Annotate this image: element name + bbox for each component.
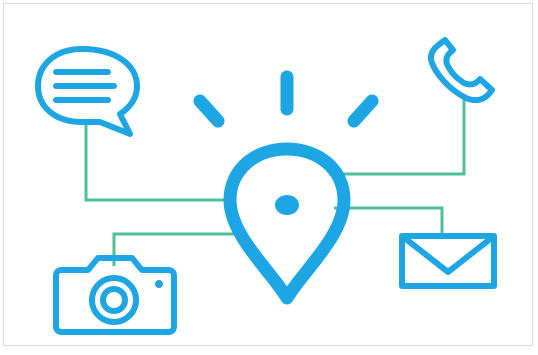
camera-icon bbox=[53, 255, 177, 335]
highlight-rays-icon bbox=[193, 70, 379, 128]
camera-flash-icon bbox=[155, 280, 163, 288]
speech-bubble-icon bbox=[35, 46, 140, 137]
phone-icon bbox=[427, 37, 495, 104]
connector-mail bbox=[334, 206, 444, 236]
connector-phone bbox=[329, 99, 466, 176]
envelope-icon bbox=[399, 233, 497, 289]
connectivity-illustration bbox=[35, 37, 497, 335]
illustration-frame bbox=[3, 3, 533, 346]
location-pin-icon bbox=[223, 142, 351, 305]
connector-chat bbox=[84, 122, 236, 202]
